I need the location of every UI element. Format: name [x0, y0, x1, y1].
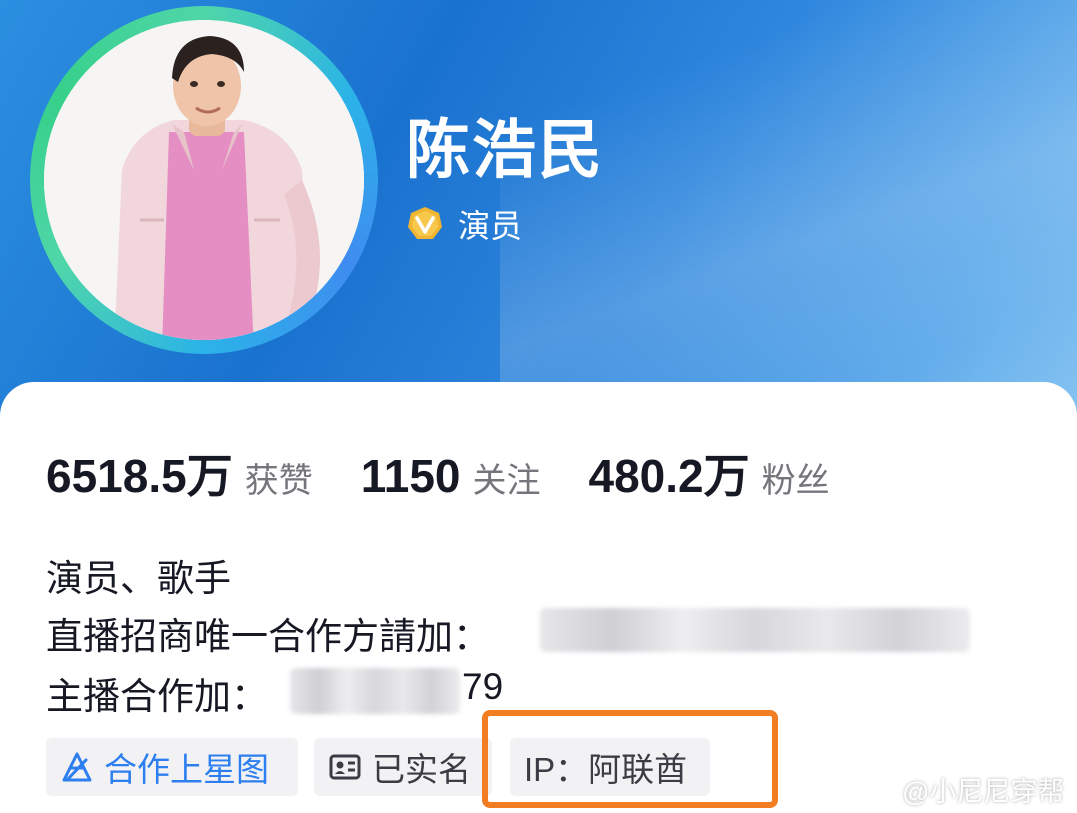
weibo-logo-icon	[862, 777, 895, 803]
avatar-photo	[44, 20, 364, 340]
header-light-overlay	[500, 0, 1077, 430]
star-map-tag[interactable]: 合作上星图	[46, 738, 298, 796]
stat-likes-label: 获赞	[244, 462, 313, 500]
bio-line-1: 演员、歌手	[46, 558, 231, 599]
redacted-contact-2	[290, 668, 460, 714]
stat-following-value: 1150	[360, 450, 461, 502]
stat-following[interactable]: 1150 关注	[361, 449, 541, 503]
stat-followers[interactable]: 480.2万 粉丝	[589, 440, 830, 506]
bio-line-2: 直播招商唯一合作方請加：	[46, 616, 490, 657]
stat-followers-value: 480.2万	[588, 450, 750, 502]
avatar[interactable]	[44, 20, 364, 340]
verification-label: 演员	[458, 208, 523, 244]
profile-name: 陈浩民	[406, 114, 604, 186]
profile-stats: 6518.5万 获赞 1150 关注 480.2万 粉丝	[46, 440, 878, 506]
watermark-text: @小尼尼穿帮	[902, 777, 1065, 807]
id-card-icon	[329, 754, 361, 780]
verification-row: 演员	[406, 202, 522, 246]
bio-line-3-suffix: 79	[462, 666, 504, 707]
annotation-highlight-box	[482, 710, 778, 808]
real-name-label: 已实名	[372, 751, 471, 788]
real-name-tag[interactable]: 已实名	[314, 738, 492, 796]
stat-likes-value: 6518.5万	[46, 450, 233, 502]
bio-line-3: 主播合作加：	[46, 676, 268, 717]
stat-likes: 6518.5万 获赞	[46, 440, 313, 506]
star-map-icon	[62, 752, 92, 782]
watermark: @小尼尼穿帮	[862, 770, 1064, 809]
redacted-contact	[540, 608, 970, 652]
star-map-label: 合作上星图	[104, 751, 269, 788]
stat-following-label: 关注	[472, 462, 541, 500]
stat-followers-label: 粉丝	[761, 462, 830, 500]
verified-badge-icon	[408, 207, 442, 239]
